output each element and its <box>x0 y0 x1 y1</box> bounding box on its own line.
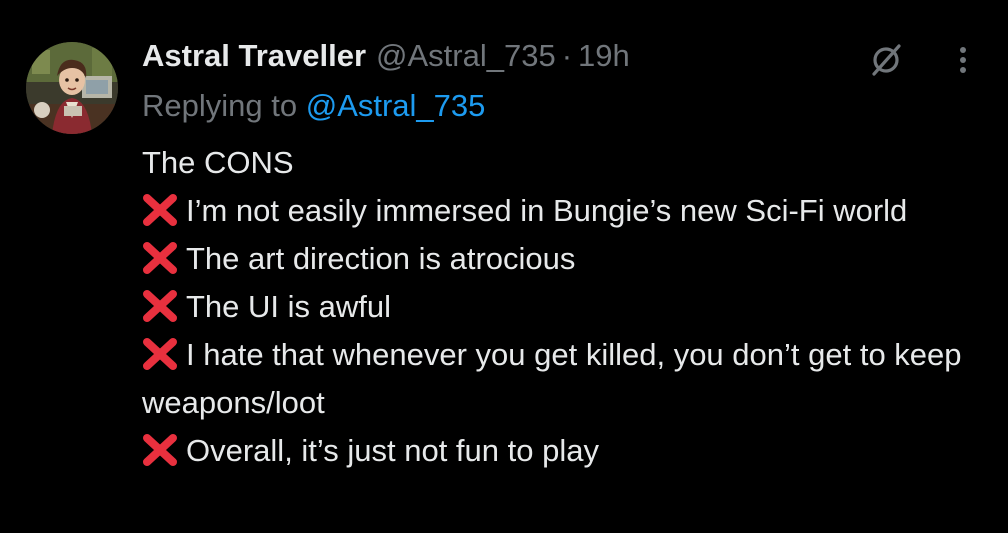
cross-mark-icon <box>142 338 178 370</box>
cons-heading: The CONS <box>142 145 294 180</box>
replying-to-link[interactable]: @Astral_735 <box>306 88 486 123</box>
cross-mark-icon <box>142 434 178 466</box>
cons-list-item: Overall, it’s just not fun to play <box>142 427 972 475</box>
author-handle[interactable]: @Astral_735 <box>376 36 556 76</box>
tweet-header: Astral Traveller @Astral_735 · 19h <box>142 36 630 76</box>
grok-icon[interactable] <box>866 40 906 80</box>
cons-list-item: The art direction is atrocious <box>142 235 972 283</box>
replying-to-line: Replying to @Astral_735 <box>142 86 485 126</box>
cons-list-item: The UI is awful <box>142 283 972 331</box>
cons-item-text: I’m not easily immersed in Bungie’s new … <box>186 193 908 228</box>
cons-item-text: The art direction is atrocious <box>186 241 576 276</box>
tweet-timestamp[interactable]: 19h <box>578 36 630 76</box>
cross-mark-icon <box>142 242 178 274</box>
avatar-illustration <box>26 42 118 134</box>
cons-item-text: The UI is awful <box>186 289 392 324</box>
tweet-text: The CONS I’m not easily immersed in Bung… <box>142 139 972 475</box>
cons-list-item: I hate that whenever you get killed, you… <box>142 331 972 427</box>
profile-avatar[interactable] <box>26 42 118 134</box>
cons-list-item: I’m not easily immersed in Bungie’s new … <box>142 187 972 235</box>
cons-item-text: Overall, it’s just not fun to play <box>186 433 599 468</box>
tweet-card[interactable]: Astral Traveller @Astral_735 · 19h Reply… <box>0 0 1008 533</box>
cross-mark-icon <box>142 290 178 322</box>
replying-to-label: Replying to <box>142 88 306 123</box>
cross-mark-icon <box>142 194 178 226</box>
more-options-icon[interactable] <box>950 42 976 78</box>
header-separator: · <box>561 38 573 73</box>
author-display-name[interactable]: Astral Traveller <box>142 36 366 76</box>
cons-item-text: I hate that whenever you get killed, you… <box>142 337 962 420</box>
